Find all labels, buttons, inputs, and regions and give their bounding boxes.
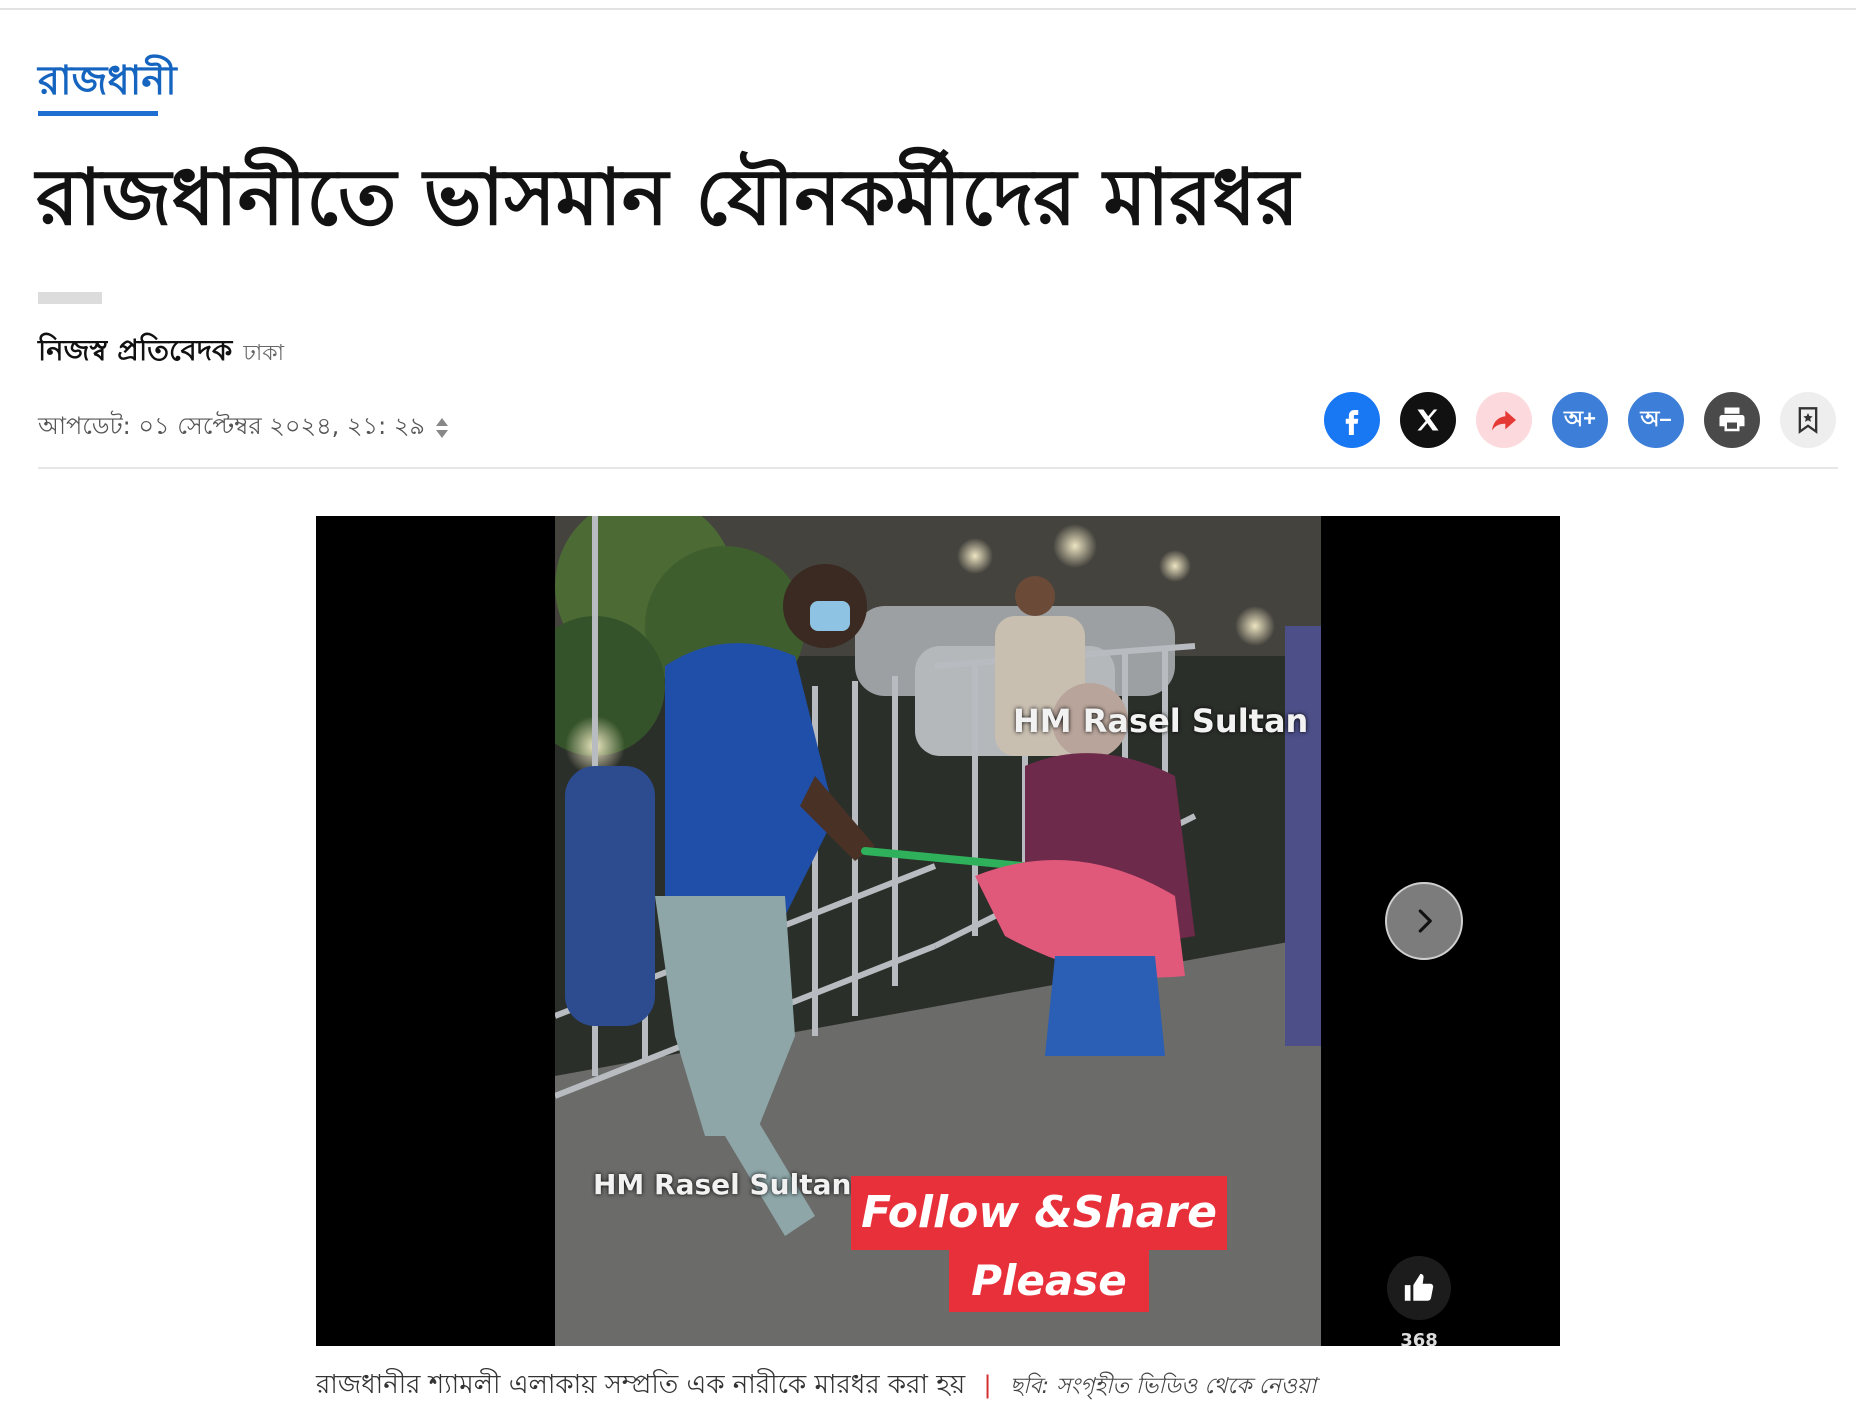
promo-banner-line2: Please	[949, 1250, 1149, 1312]
author-name[interactable]: নিজস্ব প্রতিবেদক	[38, 333, 232, 367]
increase-font-button[interactable]: অ+	[1552, 392, 1608, 448]
sort-toggle-icon[interactable]	[435, 416, 449, 440]
caption-separator: |	[983, 1371, 992, 1399]
section-underline	[38, 111, 158, 116]
article-headline: রাজধানীতে ভাসমান যৌনকর্মীদের মারধর	[36, 153, 1299, 243]
print-button[interactable]	[1704, 392, 1760, 448]
author-location: ঢাকা	[243, 341, 285, 366]
byline: নিজস্ব প্রতিবেদক ঢাকা	[38, 328, 284, 377]
x-logo-icon	[1417, 409, 1439, 431]
thumbs-up-icon	[1404, 1273, 1434, 1301]
video-frame: HM Rasel Sultan HM Rasel Sultan Follow &…	[555, 516, 1321, 1346]
like-button[interactable]	[1387, 1256, 1451, 1320]
watermark-top: HM Rasel Sultan	[1013, 702, 1309, 740]
bookmark-button[interactable]	[1780, 392, 1836, 448]
share-button[interactable]	[1476, 392, 1532, 448]
chevron-right-icon	[1418, 909, 1432, 933]
caption-credit: ছবি: সংগৃহীত ভিডিও থেকে নেওয়া	[1009, 1374, 1317, 1399]
print-icon	[1719, 407, 1745, 432]
facebook-icon	[1345, 410, 1359, 435]
updated-timestamp: আপডেট: ০১ সেপ্টেম্বর ২০২৪, ২১: ২৯	[38, 408, 449, 448]
next-slide-button[interactable]	[1385, 882, 1463, 960]
section-link[interactable]: রাজধানী	[38, 58, 177, 104]
bookmark-icon	[1798, 407, 1818, 434]
watermark-bottom: HM Rasel Sultan	[593, 1168, 852, 1201]
promo-banner: Follow &Share Please	[851, 1176, 1227, 1326]
article-media[interactable]: HM Rasel Sultan HM Rasel Sultan Follow &…	[316, 516, 1560, 1346]
top-border	[0, 8, 1856, 10]
image-caption: রাজধানীর শ্যামলী এলাকায় সম্প্রতি এক নার…	[316, 1364, 1316, 1408]
x-share-button[interactable]	[1400, 392, 1456, 448]
facebook-share-button[interactable]	[1324, 392, 1380, 448]
caption-text: রাজধানীর শ্যামলী এলাকায় সম্প্রতি এক নার…	[316, 1370, 966, 1400]
grey-tag-bar	[38, 292, 102, 304]
promo-banner-line1: Follow &Share	[851, 1176, 1227, 1250]
header-divider	[38, 467, 1838, 469]
like-count: 368	[1400, 1330, 1438, 1346]
share-arrow-icon	[1492, 410, 1516, 431]
updated-text: আপডেট: ০১ সেপ্টেম্বর ২০২৪, ২১: ২৯	[38, 412, 425, 440]
share-toolbar: অ+ অ–	[1324, 392, 1836, 448]
decrease-font-button[interactable]: অ–	[1628, 392, 1684, 448]
